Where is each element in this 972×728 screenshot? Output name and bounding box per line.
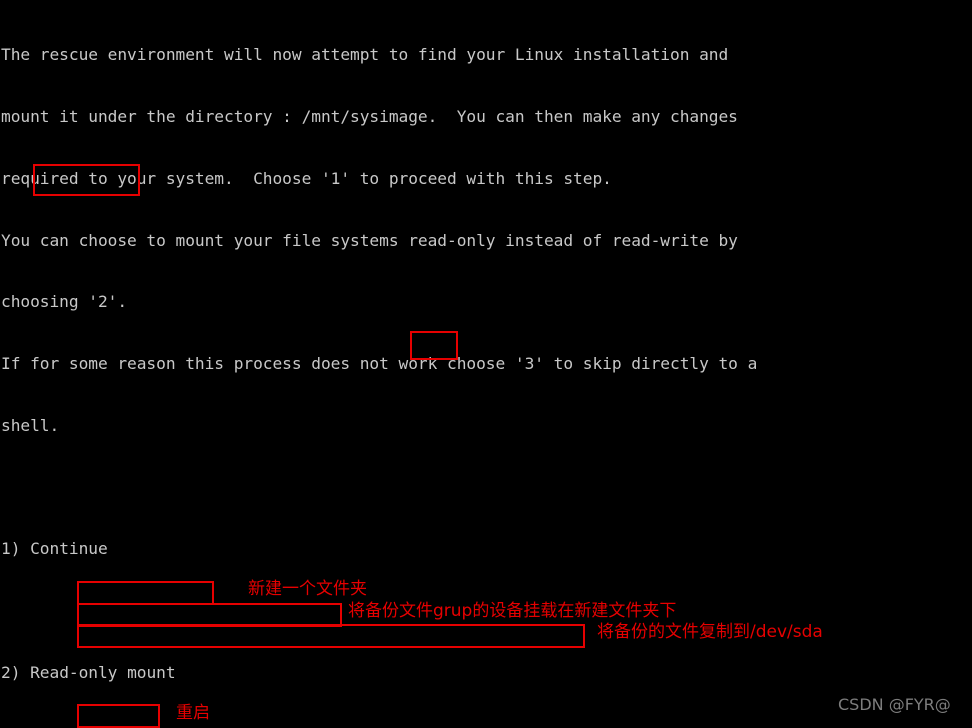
intro-line-2: mount it under the directory : /mnt/sysi…: [1, 106, 738, 126]
annotation-mkdir: 新建一个文件夹: [248, 579, 367, 599]
menu-number-1: 1): [1, 539, 21, 559]
intro-line-4: You can choose to mount your file system…: [1, 230, 738, 250]
intro-line-1: The rescue environment will now attempt …: [1, 45, 729, 65]
annotation-mount: 将备份文件grup的设备挂载在新建文件夹下: [348, 601, 677, 621]
intro-line-6: If for some reason this process does not…: [1, 354, 758, 374]
intro-line-3: required to your system. Choose '1' to p…: [1, 168, 612, 188]
menu-number-2: 2): [1, 663, 21, 682]
menu-item-readonly-mount[interactable]: 2) Read-only mount: [1, 663, 972, 684]
menu-label-continue: Continue: [30, 539, 108, 559]
spacer-1: [1, 478, 972, 499]
menu-item-continue[interactable]: 1) Continue: [1, 539, 972, 560]
annotation-reboot: 重启: [176, 703, 210, 723]
intro-line-5: choosing '2'.: [1, 292, 128, 312]
intro-line-7: shell.: [1, 415, 60, 435]
terminal-screen: The rescue environment will now attempt …: [0, 0, 972, 728]
menu-label-readonly-mount: Read-only mount: [30, 663, 176, 682]
annotation-dd: 将备份的文件复制到/dev/sda: [597, 622, 823, 642]
watermark-label: CSDN @FYR@: [838, 695, 951, 714]
